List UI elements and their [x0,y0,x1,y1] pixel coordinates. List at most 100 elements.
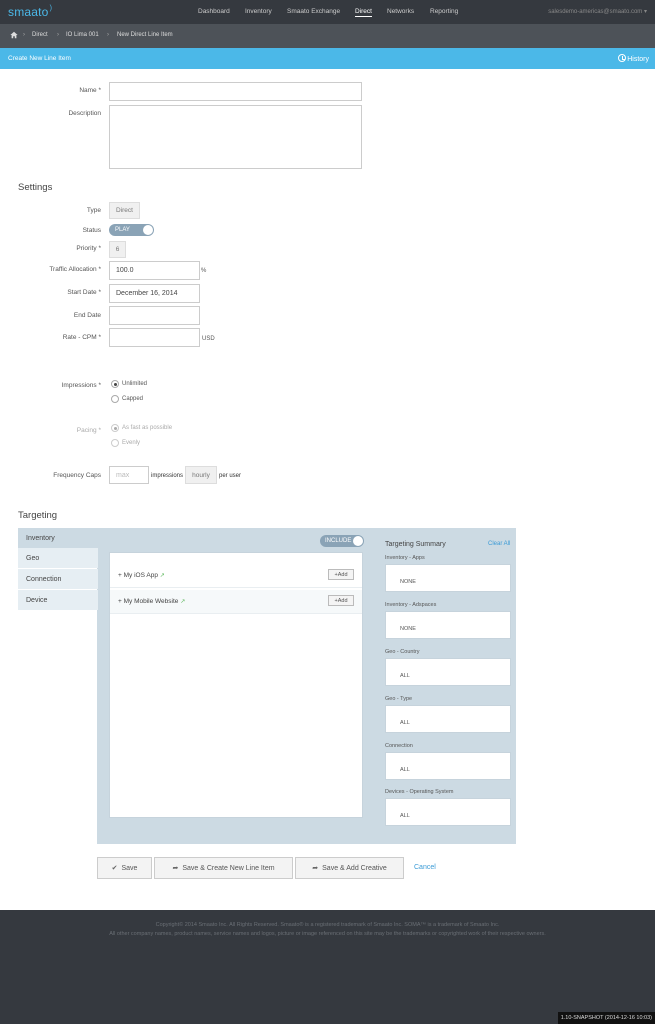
check-icon: ✔ [111,865,118,872]
impressions-unlimited-radio[interactable] [111,380,119,388]
save-button[interactable]: ✔ Save [97,857,152,879]
pacing-label: Pacing * [76,427,101,434]
impressions-unlimited-label: Unlimited [122,381,148,387]
start-date-label: Start Date * [67,289,101,296]
summary-group-value: ALL [400,720,410,726]
inventory-list: + My iOS App ↗ +Add + My Mobile Website … [109,552,363,818]
inventory-item-name[interactable]: + My iOS App ↗ [118,572,165,579]
toggle-knob [143,225,153,235]
breadcrumb-direct[interactable]: Direct [32,32,48,38]
version-badge: 1.10-SNAPSHOT (2014-12-16 10:03) [557,1012,655,1024]
summary-group-box: ALL [385,705,511,733]
impressions-capped-label: Capped [122,396,144,402]
summary-group-value: ALL [400,673,410,679]
pacing-evenly-radio[interactable] [111,439,119,447]
save-create-new-button[interactable]: ➦ Save & Create New Line Item [154,857,293,879]
summary-group-box: NONE [385,611,511,639]
name-label: Name * [79,87,101,94]
user-menu[interactable]: salesdemo-americas@smaato.com ▾ [548,8,647,15]
summary-group-box: ALL [385,658,511,686]
pacing-evenly-label: Evenly [122,440,141,446]
clear-all-link[interactable]: Clear All [488,541,510,547]
tab-connection[interactable]: Connection [18,569,98,589]
share-icon: ➦ [172,865,179,872]
impressions-label: Impressions * [61,382,101,389]
rate-cpm-label: Rate - CPM * [62,334,101,341]
status-toggle[interactable]: PLAY [109,224,154,236]
include-toggle[interactable]: INCLUDE [320,535,364,547]
external-link-icon[interactable]: ↗ [160,573,165,579]
home-icon[interactable] [10,31,18,39]
tab-inventory[interactable]: Inventory [18,528,98,548]
nav-direct[interactable]: Direct [355,8,372,17]
breadcrumb-separator: › [107,32,109,38]
end-date-input[interactable] [109,306,200,325]
priority-label: Priority * [76,245,101,252]
history-link[interactable]: History [618,54,649,63]
include-label: INCLUDE [325,537,352,544]
frequency-period-select[interactable]: hourly [185,466,217,484]
start-date-input[interactable]: December 16, 2014 [109,284,200,303]
breadcrumb-io[interactable]: IO Lima 001 [66,32,99,38]
footer: Copyright© 2014 Smaato Inc. All Rights R… [0,910,655,1024]
targeting-summary-title: Targeting Summary [385,541,446,548]
save-add-creative-button[interactable]: ➦ Save & Add Creative [295,857,404,879]
tab-device[interactable]: Device [18,590,98,610]
top-navbar: smaato) Dashboard Inventory Smaato Excha… [0,0,655,24]
tab-geo[interactable]: Geo [18,548,98,568]
usd-unit: USD [202,336,215,342]
footer-copyright: Copyright© 2014 Smaato Inc. All Rights R… [155,922,500,928]
settings-heading: Settings [18,182,53,193]
page-title: Create New Line Item [8,55,71,62]
summary-group-value: ALL [400,813,410,819]
clock-icon [618,54,627,62]
inventory-item-name[interactable]: + My Mobile Website ↗ [118,598,185,605]
pacing-fast-radio[interactable] [111,424,119,432]
nav-dashboard[interactable]: Dashboard [198,8,230,15]
breadcrumb-current: New Direct Line Item [117,32,173,38]
cancel-link[interactable]: Cancel [414,864,436,871]
type-value: Direct [109,202,140,219]
summary-group-label: Connection [385,743,413,749]
frequency-impressions-label: impressions [151,473,184,479]
add-button[interactable]: +Add [328,595,354,606]
pacing-fast-label: As fast as possible [122,425,173,431]
summary-group-value: NONE [400,579,416,585]
summary-group-value: NONE [400,626,416,632]
per-user-label: per user [219,473,242,479]
nav-inventory[interactable]: Inventory [245,8,272,15]
impressions-capped-radio[interactable] [111,395,119,403]
toggle-knob [353,536,363,546]
list-item: + My iOS App ↗ +Add [110,564,362,588]
description-textarea[interactable] [109,105,362,169]
list-item: + My Mobile Website ↗ +Add [110,590,362,614]
summary-group-box: ALL [385,798,511,826]
breadcrumb: › Direct › IO Lima 001 › New Direct Line… [0,24,655,48]
rate-cpm-input[interactable] [109,328,200,347]
percent-unit: % [201,268,207,274]
user-email: salesdemo-americas@smaato.com [548,9,643,15]
external-link-icon[interactable]: ↗ [180,599,185,605]
save-creative-label: Save & Add Creative [322,864,387,872]
share-icon: ➦ [312,865,319,872]
name-input[interactable] [109,82,362,101]
frequency-max-input[interactable]: max [109,466,149,484]
summary-group-label: Geo - Type [385,696,413,702]
chevron-down-icon: ▾ [643,9,647,15]
history-label: History [627,56,649,63]
nav-reporting[interactable]: Reporting [430,8,458,15]
save-create-label: Save & Create New Line Item [182,864,275,872]
nav-smaato-exchange[interactable]: Smaato Exchange [287,8,340,15]
summary-group-box: NONE [385,564,511,592]
nav-networks[interactable]: Networks [387,8,414,15]
status-label: Status [82,227,101,234]
end-date-label: End Date [73,312,101,319]
priority-value: 6 [109,241,126,258]
breadcrumb-separator: › [57,32,59,38]
summary-group-value: ALL [400,767,410,773]
summary-group-label: Geo - Country [385,649,420,655]
footer-trademarks: All other company names, product names, … [109,931,546,937]
add-button[interactable]: +Add [328,569,354,580]
traffic-allocation-input[interactable]: 100.0 [109,261,200,280]
summary-group-label: Inventory - Apps [385,555,425,561]
